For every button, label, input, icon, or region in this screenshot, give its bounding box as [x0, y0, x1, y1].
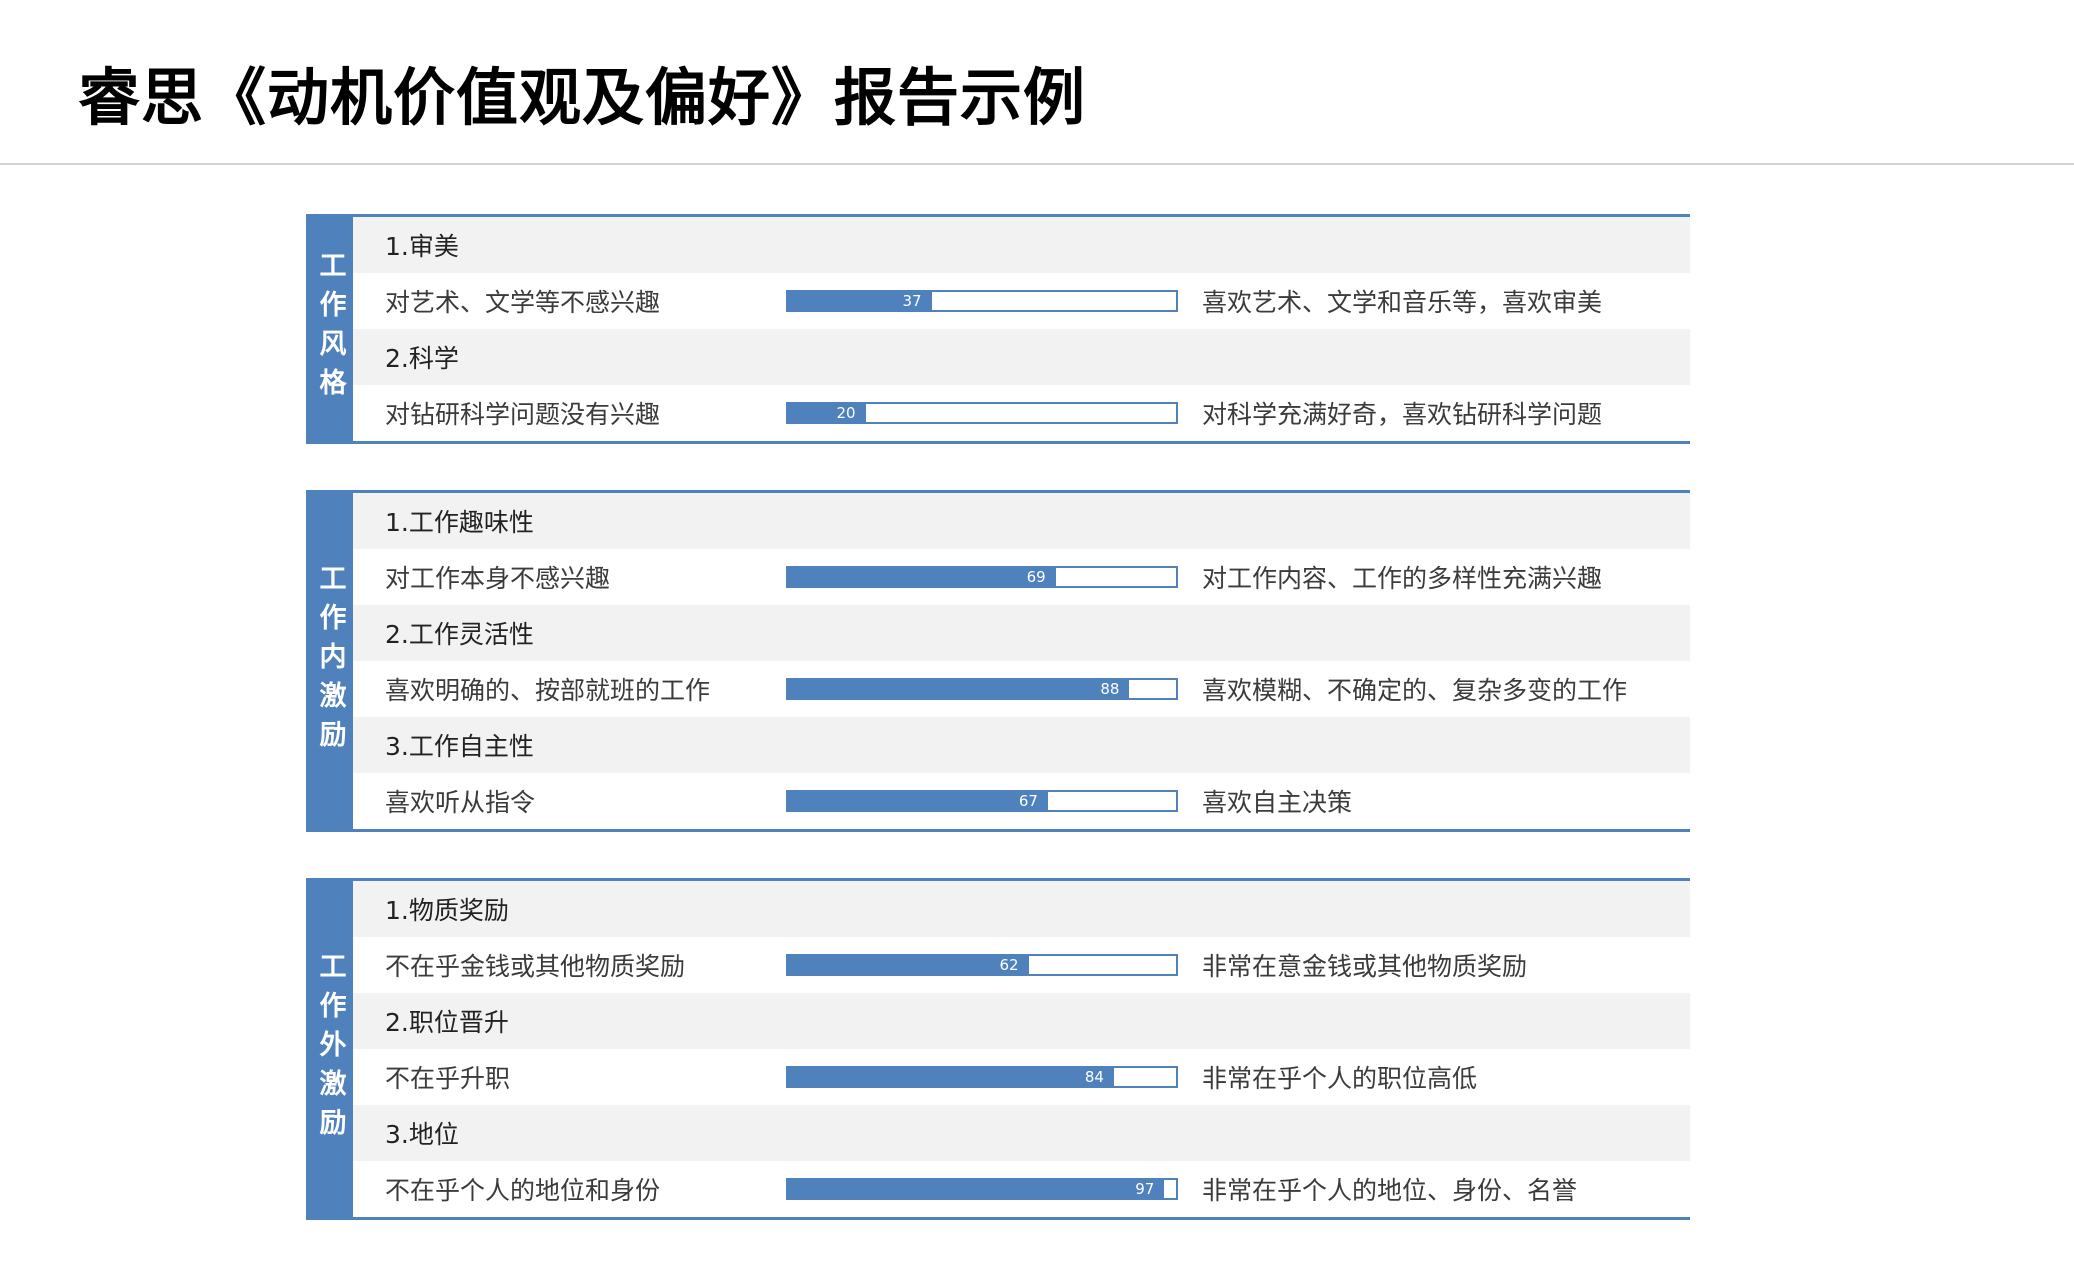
scale-heading-row: 1.工作趣味性	[353, 493, 1690, 549]
score-bar-track: 97	[786, 1178, 1178, 1200]
section-work-style: 工作风格 1.审美 对艺术、文学等不感兴趣 37 喜欢艺术、文学和音乐等，喜欢审…	[306, 214, 1690, 444]
score-bar-track: 67	[786, 790, 1178, 812]
score-value: 97	[1135, 1180, 1155, 1198]
scale-row: 对工作本身不感兴趣 69 对工作内容、工作的多样性充满兴趣	[353, 549, 1690, 605]
score-bar-fill: 69	[788, 568, 1056, 586]
scale-row: 不在乎个人的地位和身份 97 非常在乎个人的地位、身份、名誉	[353, 1161, 1690, 1217]
section-intrinsic-motivation: 工作内激励 1.工作趣味性 对工作本身不感兴趣 69 对工作内容、工作的多样性充…	[306, 490, 1690, 832]
scale-high-label: 喜欢模糊、不确定的、复杂多变的工作	[1202, 676, 1628, 705]
scale-low-label: 不在乎升职	[385, 1064, 511, 1093]
scale-high-label: 非常在意金钱或其他物质奖励	[1202, 952, 1528, 981]
scale-heading-row: 2.工作灵活性	[353, 605, 1690, 661]
scale-heading-row: 3.工作自主性	[353, 717, 1690, 773]
scale-heading-row: 1.物质奖励	[353, 881, 1690, 937]
section-label-bar: 工作风格	[306, 217, 353, 441]
scale-low-label: 不在乎金钱或其他物质奖励	[385, 952, 686, 981]
score-bar-fill: 62	[788, 956, 1029, 974]
scale-row: 喜欢听从指令 67 喜欢自主决策	[353, 773, 1690, 829]
score-bar-fill: 37	[788, 292, 932, 310]
scale-heading: 1.工作趣味性	[385, 508, 534, 537]
scale-low-label: 对钻研科学问题没有兴趣	[385, 400, 661, 429]
score-value: 62	[999, 956, 1019, 974]
scale-heading: 2.工作灵活性	[385, 620, 534, 649]
scale-low-label: 喜欢明确的、按部就班的工作	[385, 676, 711, 705]
scale-low-label: 不在乎个人的地位和身份	[385, 1176, 661, 1205]
report-page: 睿思《动机价值观及偏好》报告示例 工作风格 1.审美 对艺术、文学等不感兴趣 3…	[0, 0, 2074, 1270]
score-value: 88	[1100, 680, 1120, 698]
scale-heading-row: 1.审美	[353, 217, 1690, 273]
scale-row: 不在乎金钱或其他物质奖励 62 非常在意金钱或其他物质奖励	[353, 937, 1690, 993]
score-bar-track: 84	[786, 1066, 1178, 1088]
score-value: 67	[1018, 792, 1038, 810]
scale-row: 对艺术、文学等不感兴趣 37 喜欢艺术、文学和音乐等，喜欢审美	[353, 273, 1690, 329]
scale-heading: 2.职位晋升	[385, 1008, 509, 1037]
scale-heading: 1.物质奖励	[385, 896, 509, 925]
section-label: 工作风格	[314, 251, 346, 407]
score-bar-fill: 97	[788, 1180, 1165, 1198]
section-body: 1.审美 对艺术、文学等不感兴趣 37 喜欢艺术、文学和音乐等，喜欢审美 2.科…	[353, 217, 1690, 441]
scale-high-label: 喜欢艺术、文学和音乐等，喜欢审美	[1202, 288, 1603, 317]
score-bar-track: 62	[786, 954, 1178, 976]
scale-high-label: 喜欢自主决策	[1202, 788, 1353, 817]
score-bar-fill: 84	[788, 1068, 1114, 1086]
section-label-bar: 工作外激励	[306, 881, 353, 1217]
section-body: 1.工作趣味性 对工作本身不感兴趣 69 对工作内容、工作的多样性充满兴趣 2.…	[353, 493, 1690, 829]
section-label-bar: 工作内激励	[306, 493, 353, 829]
scale-heading-row: 2.科学	[353, 329, 1690, 385]
scale-heading-row: 3.地位	[353, 1105, 1690, 1161]
scale-heading: 2.科学	[385, 344, 459, 373]
section-label: 工作外激励	[314, 951, 346, 1147]
scale-heading: 3.地位	[385, 1120, 459, 1149]
score-value: 69	[1026, 568, 1046, 586]
scale-high-label: 非常在乎个人的地位、身份、名誉	[1202, 1176, 1578, 1205]
scale-low-label: 喜欢听从指令	[385, 788, 536, 817]
scale-high-label: 对工作内容、工作的多样性充满兴趣	[1202, 564, 1603, 593]
score-value: 84	[1084, 1068, 1104, 1086]
scale-high-label: 非常在乎个人的职位高低	[1202, 1064, 1478, 1093]
scale-heading-row: 2.职位晋升	[353, 993, 1690, 1049]
score-bar-track: 37	[786, 290, 1178, 312]
scale-row: 不在乎升职 84 非常在乎个人的职位高低	[353, 1049, 1690, 1105]
score-bar-track: 69	[786, 566, 1178, 588]
title-divider	[0, 163, 2074, 165]
score-bar-track: 20	[786, 402, 1178, 424]
scale-row: 对钻研科学问题没有兴趣 20 对科学充满好奇，喜欢钻研科学问题	[353, 385, 1690, 441]
section-body: 1.物质奖励 不在乎金钱或其他物质奖励 62 非常在意金钱或其他物质奖励 2.职…	[353, 881, 1690, 1217]
scale-low-label: 对艺术、文学等不感兴趣	[385, 288, 661, 317]
scale-row: 喜欢明确的、按部就班的工作 88 喜欢模糊、不确定的、复杂多变的工作	[353, 661, 1690, 717]
score-bar-track: 88	[786, 678, 1178, 700]
scale-low-label: 对工作本身不感兴趣	[385, 564, 611, 593]
page-title: 睿思《动机价值观及偏好》报告示例	[78, 61, 1087, 134]
score-value: 20	[836, 404, 856, 422]
score-bar-fill: 88	[788, 680, 1130, 698]
score-bar-fill: 67	[788, 792, 1048, 810]
section-extrinsic-motivation: 工作外激励 1.物质奖励 不在乎金钱或其他物质奖励 62 非常在意金钱或其他物质…	[306, 878, 1690, 1220]
section-label: 工作内激励	[314, 563, 346, 759]
scale-high-label: 对科学充满好奇，喜欢钻研科学问题	[1202, 400, 1603, 429]
scale-heading: 1.审美	[385, 232, 459, 261]
scale-heading: 3.工作自主性	[385, 732, 534, 761]
score-value: 37	[902, 292, 922, 310]
score-bar-fill: 20	[788, 404, 866, 422]
